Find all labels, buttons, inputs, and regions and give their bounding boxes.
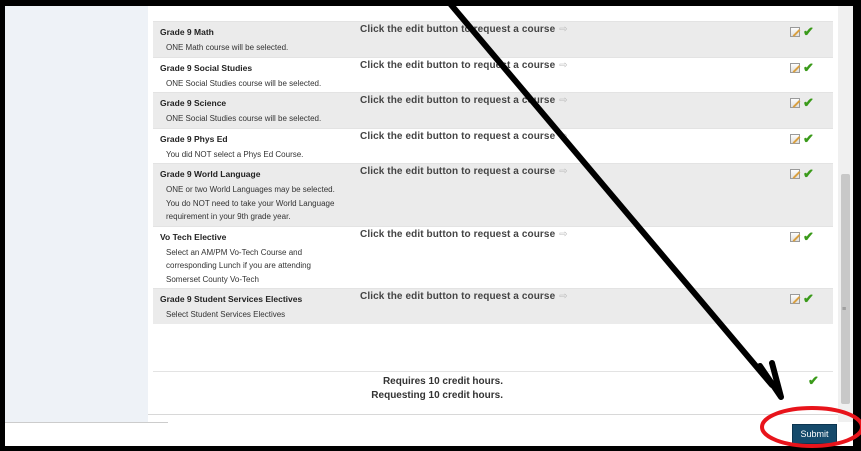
annotation-arrow-head [757, 360, 784, 400]
annotation-arrow-shaft [444, 0, 775, 388]
annotation-circle [760, 406, 861, 448]
annotation-overlay [0, 0, 861, 448]
top-left-mark [0, 0, 24, 6]
